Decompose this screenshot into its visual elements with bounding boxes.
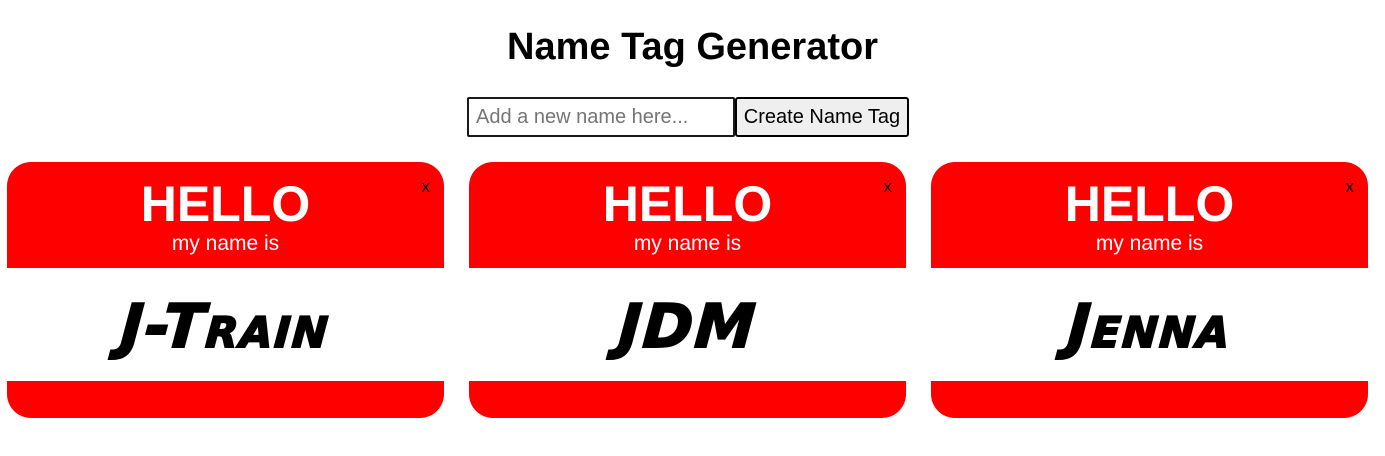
page-title: Name Tag Generator [507,26,878,68]
remove-tag-button[interactable]: x [422,178,431,196]
name-tag-body: J-Train [7,268,444,381]
create-name-tag-button[interactable]: Create Name Tag [735,97,909,137]
name-tag-header: HELLO my name is [931,162,1368,268]
name-tag-body: JDM [469,268,906,381]
name-input[interactable] [467,97,735,137]
greeting: HELLO [140,176,311,232]
page: Name Tag Generator Create Name Tag HELLO… [0,0,1385,456]
remove-tag-button[interactable]: x [884,178,893,196]
name-tag: HELLO my name is x Jenna [931,162,1368,418]
name-tag-header: HELLO my name is [469,162,906,268]
name-tag-list: HELLO my name is x J-Train HELLO my name… [7,162,1368,418]
name-tag-body: Jenna [931,268,1368,381]
greeting: HELLO [1064,176,1235,232]
name-tag-form: Create Name Tag [467,97,909,137]
greeting-subtitle: my name is [633,232,742,255]
remove-tag-button[interactable]: x [1346,178,1355,196]
name-tag-header: HELLO my name is [7,162,444,268]
tag-name: JDM [615,291,760,363]
greeting-subtitle: my name is [171,232,280,255]
greeting-subtitle: my name is [1095,232,1204,255]
tag-name: Jenna [1064,291,1235,363]
name-tag: HELLO my name is x J-Train [7,162,444,418]
tag-name: J-Train [118,291,334,363]
greeting: HELLO [602,176,773,232]
name-tag: HELLO my name is x JDM [469,162,906,418]
